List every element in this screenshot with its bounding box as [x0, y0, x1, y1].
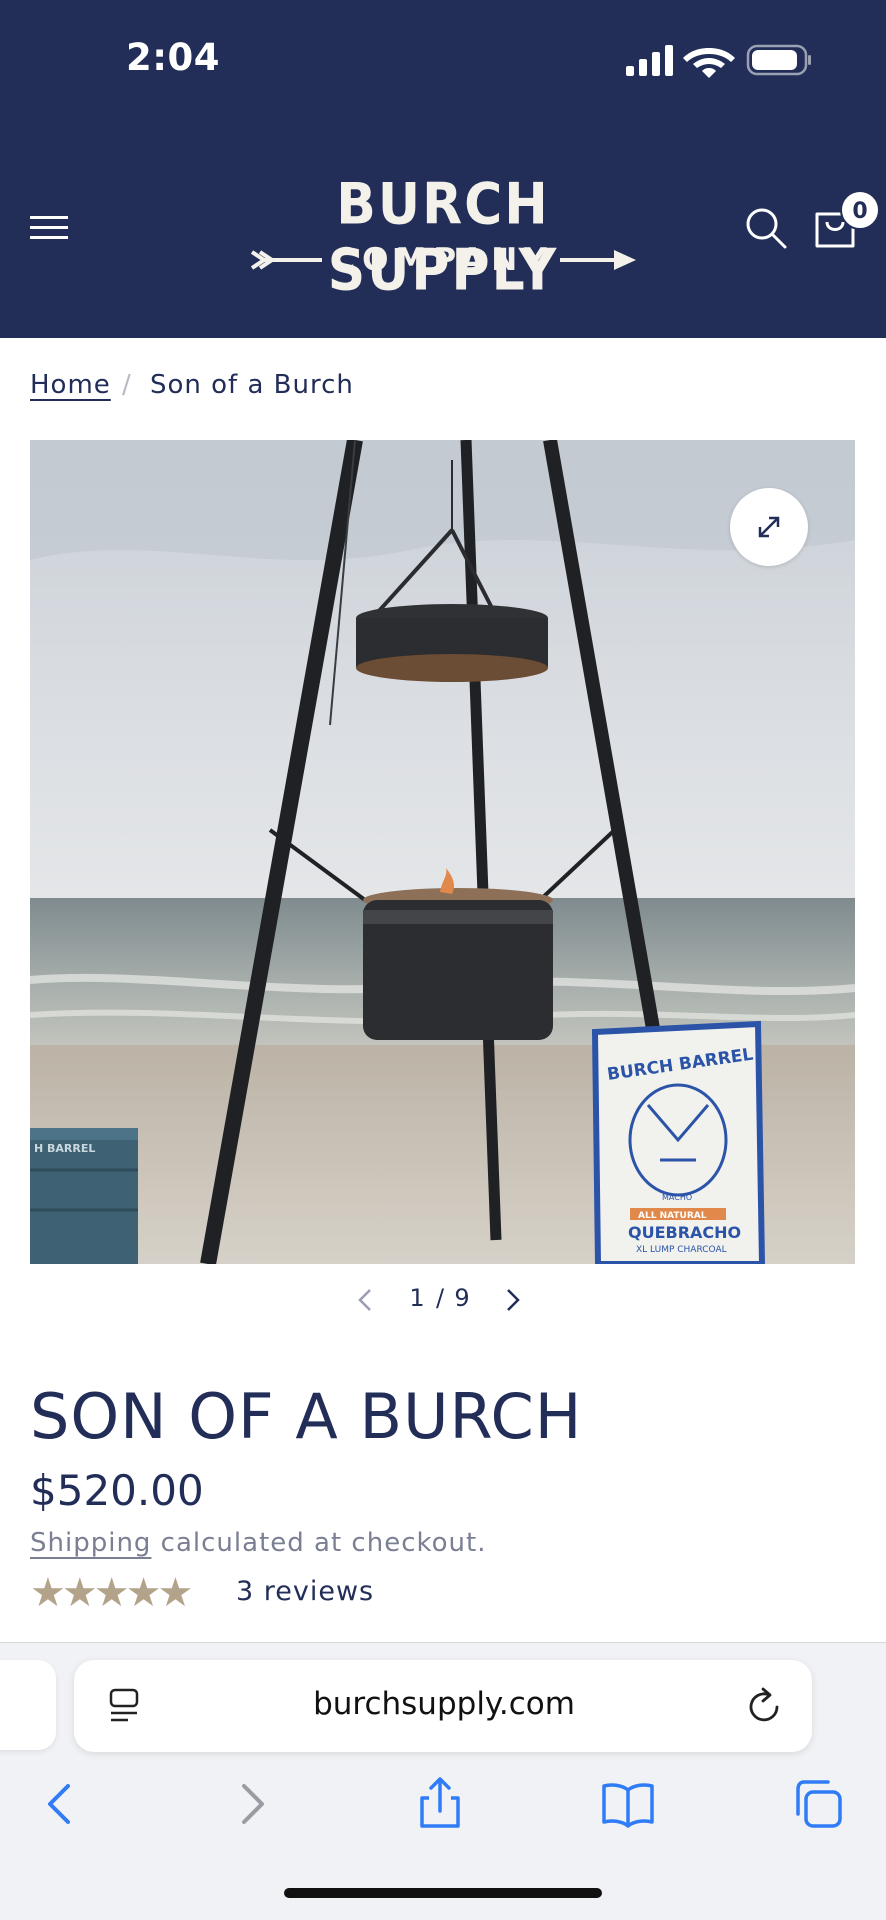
- arrow-head-icon: [560, 250, 636, 270]
- chevron-left-icon[interactable]: [350, 1284, 380, 1316]
- shipping-note-text: calculated at checkout.: [151, 1528, 487, 1558]
- bag-mascot: MACHO: [662, 1193, 692, 1202]
- breadcrumb-separator: /: [122, 370, 132, 400]
- product-price: $520.00: [30, 1466, 204, 1515]
- shipping-link[interactable]: Shipping: [30, 1528, 151, 1558]
- cart-count-badge[interactable]: 0: [840, 190, 880, 230]
- battery-icon: [746, 44, 811, 76]
- crate-label: H BARREL: [34, 1142, 95, 1155]
- menu-icon[interactable]: [30, 212, 70, 244]
- bag-product: QUEBRACHO: [628, 1223, 741, 1242]
- breadcrumb-home-link[interactable]: Home: [30, 370, 111, 400]
- wifi-icon: [683, 48, 735, 78]
- status-time: 2:04: [126, 36, 221, 79]
- bag-tag: ALL NATURAL: [638, 1211, 707, 1221]
- back-arrow-icon[interactable]: [32, 1776, 88, 1832]
- brand-logo[interactable]: BURCH SUPPLY COMPANY: [250, 172, 636, 304]
- star-rating: ★★★★★: [30, 1570, 193, 1616]
- pagination-current: 1: [409, 1284, 425, 1312]
- reload-icon[interactable]: [746, 1686, 784, 1726]
- site-header: 2:04 BURCH SUPPLY COMPANY 0: [0, 0, 886, 338]
- gallery-pagination: 1 / 9: [350, 1280, 536, 1320]
- search-icon[interactable]: [744, 206, 788, 250]
- logo-line-2: COMPANY: [332, 242, 554, 278]
- chevron-right-icon[interactable]: [498, 1284, 528, 1316]
- arrow-fletching-icon: [250, 250, 322, 270]
- address-bar[interactable]: burchsupply.com: [74, 1660, 812, 1752]
- pagination-separator: /: [435, 1284, 445, 1312]
- forward-arrow-icon[interactable]: [224, 1776, 280, 1832]
- share-icon[interactable]: [412, 1776, 468, 1832]
- expand-icon: [758, 516, 780, 538]
- logo-line-1: BURCH SUPPLY: [327, 172, 559, 304]
- tabs-icon[interactable]: [790, 1776, 846, 1832]
- reviews-link[interactable]: 3 reviews: [236, 1576, 374, 1607]
- breadcrumb-current: Son of a Burch: [150, 370, 354, 400]
- zoom-button[interactable]: [730, 488, 808, 566]
- signal-icon: [626, 45, 673, 76]
- logo-line-2-wrap: COMPANY: [250, 242, 636, 278]
- page-menu-icon[interactable]: [108, 1686, 142, 1726]
- shipping-note: Shipping calculated at checkout.: [30, 1528, 486, 1558]
- url-text: burchsupply.com: [313, 1686, 575, 1722]
- pagination-total: 9: [454, 1284, 470, 1312]
- home-indicator: [284, 1888, 602, 1898]
- previous-tab-card[interactable]: [0, 1660, 56, 1750]
- status-icons: [626, 44, 811, 78]
- product-title: SON OF A BURCH: [30, 1380, 583, 1453]
- bookmarks-icon[interactable]: [600, 1776, 656, 1832]
- bag-sub: XL LUMP CHARCOAL: [636, 1245, 727, 1255]
